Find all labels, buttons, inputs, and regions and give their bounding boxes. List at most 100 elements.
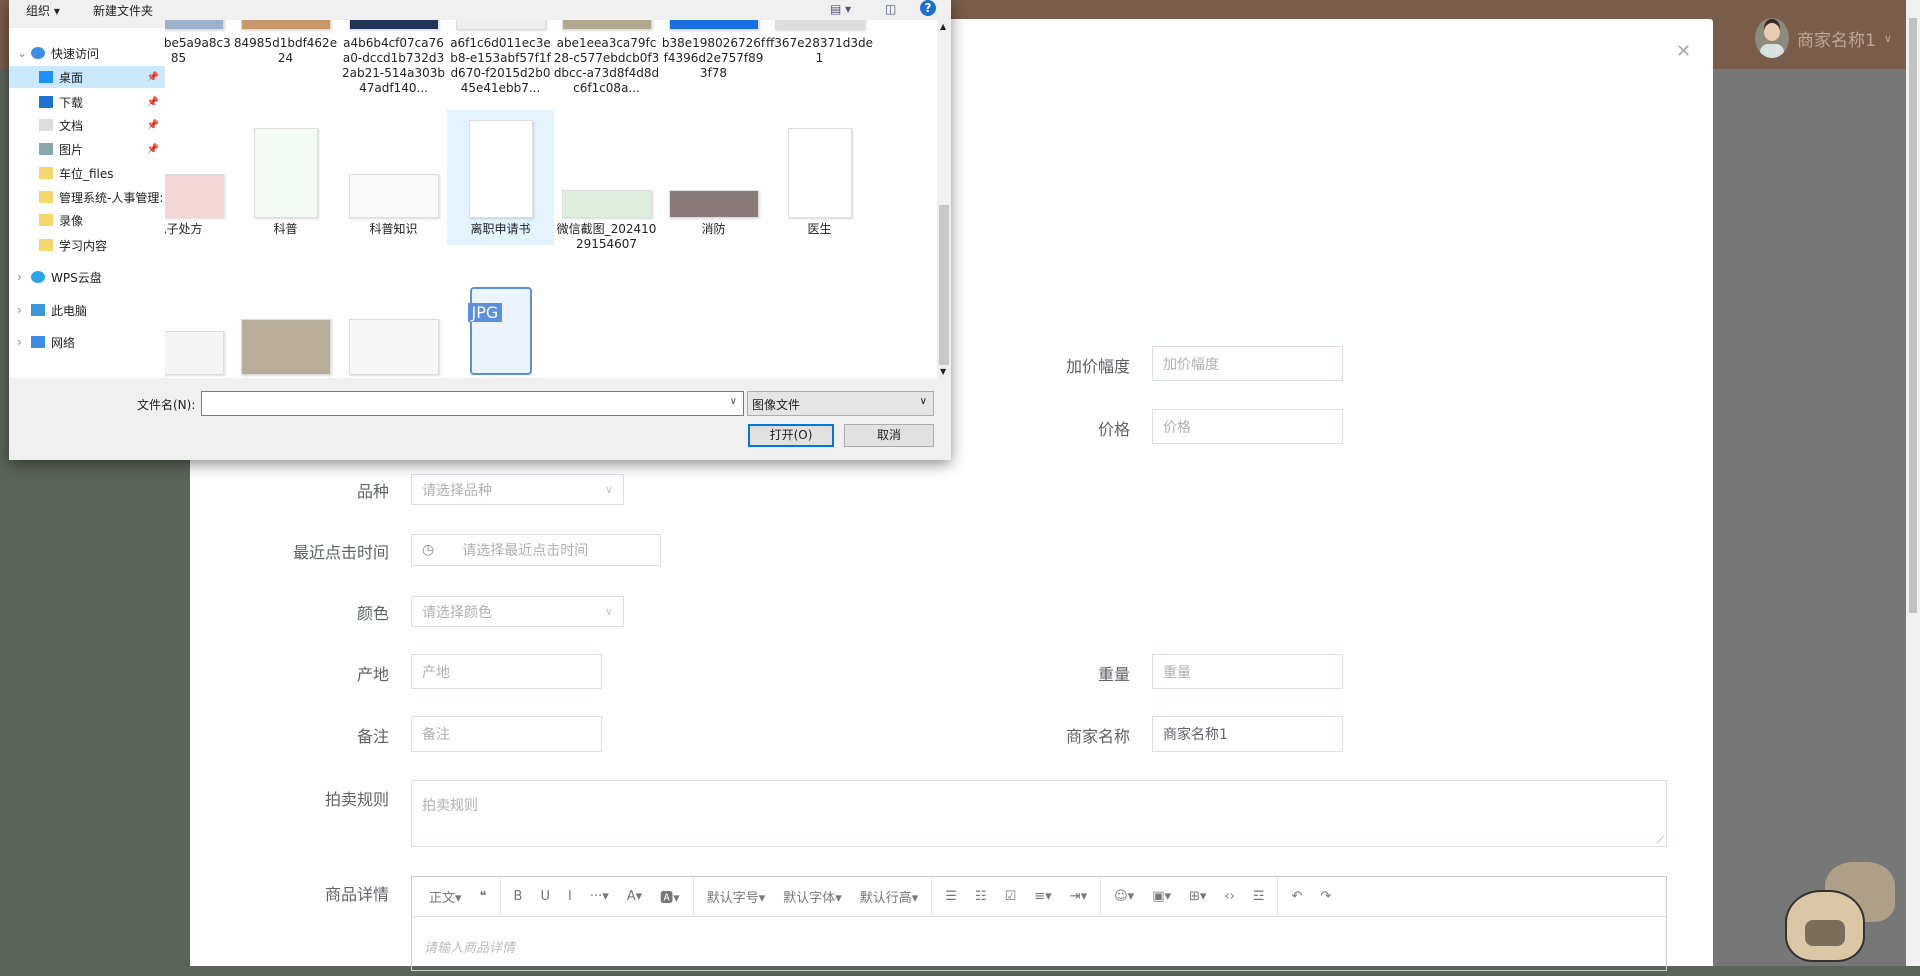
editor-toolbar-button[interactable]: ☲ <box>1253 889 1265 904</box>
editor-toolbar-button[interactable]: 默认字体▾ <box>783 887 842 906</box>
file-item[interactable]: 医生介绍 <box>165 265 232 378</box>
chevron-icon[interactable]: ⌄ <box>17 46 31 60</box>
chevron-down-icon[interactable]: ∨ <box>730 396 737 407</box>
filename-input[interactable]: ∨ <box>201 391 744 416</box>
file-thumbnail <box>253 128 318 218</box>
editor-placeholder[interactable]: 请输入商品详情 <box>412 917 1666 976</box>
editor-toolbar-button[interactable]: ↷ <box>1320 889 1331 904</box>
markup-input[interactable]: 加价幅度 <box>1152 346 1343 381</box>
rules-textarea[interactable]: 拍卖规则 ⟋ <box>411 780 1667 847</box>
editor-toolbar-button[interactable]: ···▾ <box>590 889 609 904</box>
nav-item[interactable]: › 网络 <box>9 331 165 353</box>
nav-item-label: 录像 <box>59 213 84 228</box>
file-item[interactable]: JPG珠宝 <box>447 265 554 378</box>
weight-input[interactable]: 重量 <box>1152 654 1343 689</box>
chevron-icon[interactable]: › <box>17 270 31 284</box>
color-select[interactable]: 请选择颜色 ∨ <box>411 596 624 627</box>
editor-toolbar-button[interactable]: ☑ <box>1005 889 1017 904</box>
nav-item[interactable]: 管理系统-人事管理: <box>9 186 165 208</box>
editor-toolbar-button[interactable]: ⊞▾ <box>1189 889 1206 904</box>
nav-item[interactable]: 图片 📌 <box>9 138 165 160</box>
editor-toolbar-button[interactable]: ☰ <box>945 889 957 904</box>
file-item[interactable]: a6f1c6d011ec3eb8-e153abf57f1fd670-f2015d… <box>447 20 554 96</box>
organize-button[interactable]: 组织 ▾ <box>26 2 60 19</box>
scroll-down-icon[interactable]: ▼ <box>940 367 946 376</box>
preview-pane-icon[interactable]: ◫ <box>885 2 896 16</box>
nav-item[interactable]: 桌面 📌 <box>9 66 165 88</box>
view-options-icon[interactable]: ▤ ▾ <box>830 2 851 16</box>
price-input[interactable]: 价格 <box>1152 409 1343 444</box>
file-item[interactable]: a4b6b4cf07ca76a0-dccd1b732d32ab21-514a30… <box>340 20 447 96</box>
file-item[interactable]: 84985d1bdf462e24 <box>232 20 339 66</box>
file-item[interactable]: 离职申请书 <box>447 110 554 245</box>
page-scrollbar[interactable] <box>1906 0 1920 966</box>
editor-toolbar-button[interactable]: 默认字号▾ <box>707 887 766 906</box>
editor-toolbar-button[interactable]: I <box>568 889 572 904</box>
origin-input[interactable]: 产地 <box>411 654 602 689</box>
file-item[interactable]: abe1eea3ca79fc28-c577ebdcb0f3dbcc-a73d8f… <box>553 20 660 96</box>
editor-toolbar-button[interactable]: 🅰▾ <box>660 887 680 906</box>
editor-toolbar-button[interactable]: B <box>514 889 523 904</box>
file-item[interactable]: 科普 <box>232 110 339 245</box>
file-item[interactable]: 电子处方 <box>165 110 232 245</box>
editor-toolbar-button[interactable]: 正文▾ <box>429 887 462 906</box>
file-name: ff367e28371d3de1 <box>766 36 873 65</box>
file-item[interactable]: 医生 <box>766 110 873 245</box>
nav-item[interactable]: 录像 <box>9 209 165 231</box>
editor-toolbar-button[interactable]: A▾ <box>627 889 642 904</box>
markup-placeholder: 加价幅度 <box>1163 356 1219 373</box>
file-item[interactable]: 消防 <box>660 110 767 245</box>
nav-item[interactable]: 学习内容 <box>9 234 165 256</box>
user-menu[interactable]: 商家名称1 ∨ <box>1755 18 1892 58</box>
new-folder-button[interactable]: 新建文件夹 <box>93 2 153 19</box>
help-icon[interactable]: ? <box>920 0 936 16</box>
editor-toolbar-button[interactable]: ⇥▾ <box>1070 889 1087 904</box>
editor-toolbar-button[interactable]: ≡▾ <box>1034 889 1051 904</box>
resize-handle-icon[interactable]: ⟋ <box>1657 835 1664 846</box>
editor-toolbar-button[interactable]: ☷ <box>975 889 987 904</box>
editor-toolbar-button[interactable]: 默认行高▾ <box>860 887 919 906</box>
variety-select[interactable]: 请选择品种 ∨ <box>411 474 624 505</box>
scroll-up-icon[interactable]: ▲ <box>940 22 946 31</box>
pin-icon[interactable]: 📌 <box>147 97 159 108</box>
file-item[interactable]: 微信截图_20241029154607 <box>553 110 660 251</box>
close-icon[interactable]: ✕ <box>1676 41 1691 62</box>
file-type-value: 图像文件 <box>752 398 801 412</box>
editor-toolbar-button[interactable]: ‹› <box>1224 889 1234 904</box>
nav-item[interactable]: › WPS云盘 <box>9 266 165 288</box>
rich-text-editor[interactable]: 正文▾ ❝ B U I ···▾ A▾ 🅰▾ 默认字号▾ 默认字体▾ 默认行高▾ ☰ ☷ ☑ ≡▾ ⇥▾ ☺▾ ▣… <box>411 876 1667 971</box>
pin-icon[interactable]: 📌 <box>147 120 159 131</box>
scrollbar-thumb[interactable] <box>939 205 949 365</box>
pin-icon[interactable]: 📌 <box>147 144 159 155</box>
file-type-select[interactable]: 图像文件 ∨ <box>747 391 934 416</box>
file-item[interactable]: 科普知识 <box>340 110 447 245</box>
file-item[interactable]: 知识 <box>340 265 447 378</box>
scrollbar-thumb[interactable] <box>1909 18 1917 613</box>
file-list-scrollbar[interactable]: ▲ ▼ <box>937 20 951 378</box>
file-name: a4b6b4cf07ca76a0-dccd1b732d32ab21-514a30… <box>342 36 445 95</box>
editor-toolbar-button[interactable]: ↶ <box>1291 889 1302 904</box>
file-item[interactable]: b38e198026726ff4396d2e757f893f78 <box>660 20 767 81</box>
chevron-icon[interactable]: › <box>17 303 31 317</box>
nav-item[interactable]: 文档 📌 <box>9 114 165 136</box>
file-item[interactable]: ff367e28371d3de1 <box>766 20 873 66</box>
editor-toolbar-button[interactable]: ☺▾ <box>1114 889 1134 904</box>
last-click-datetime-picker[interactable]: ◷ 请选择最近点击时间 <box>411 534 661 566</box>
editor-toolbar-button[interactable]: ❝ <box>480 889 487 904</box>
file-item[interactable]: 96e0abe5a9a8c385 <box>165 20 232 66</box>
cancel-button[interactable]: 取消 <box>844 424 934 447</box>
nav-item[interactable]: 下载 📌 <box>9 91 165 113</box>
file-item[interactable]: 营业执照2 <box>232 265 339 378</box>
nav-item[interactable]: › 此电脑 <box>9 299 165 321</box>
pin-icon[interactable]: 📌 <box>147 72 159 83</box>
chevron-icon[interactable]: › <box>17 335 31 349</box>
nav-item-label: 桌面 <box>59 70 84 85</box>
open-button[interactable]: 打开(O) <box>748 424 834 447</box>
file-list: 96e0abe5a9a8c38584985d1bdf462e24a4b6b4cf… <box>165 20 937 378</box>
editor-toolbar-button[interactable]: U <box>540 889 550 904</box>
nav-item[interactable]: 车位_files <box>9 162 165 184</box>
editor-toolbar-button[interactable]: ▣▾ <box>1152 889 1171 904</box>
remark-input[interactable]: 备注 <box>411 716 602 752</box>
nav-item[interactable]: ⌄ 快速访问 <box>9 42 165 64</box>
merchant-input[interactable]: 商家名称1 <box>1152 716 1343 752</box>
